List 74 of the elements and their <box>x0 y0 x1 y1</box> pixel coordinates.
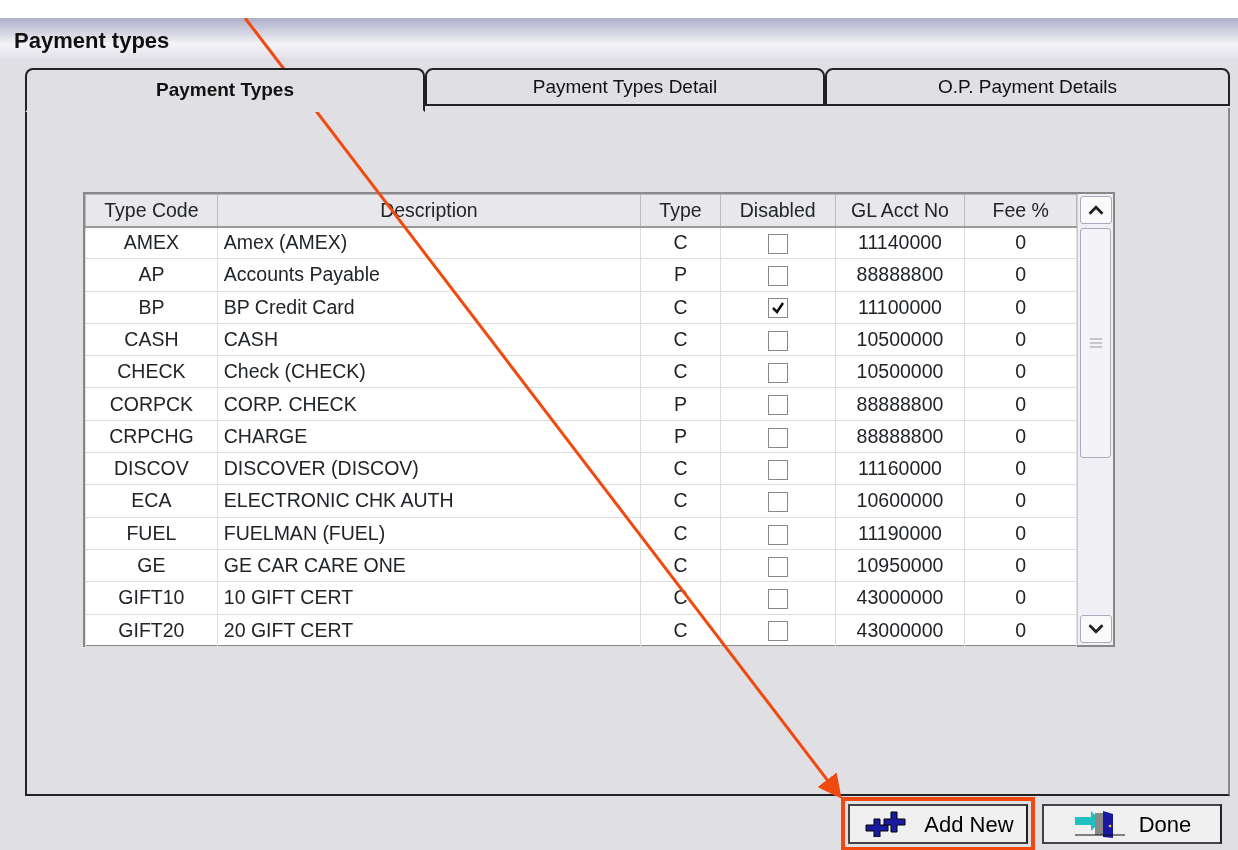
done-button[interactable]: Done <box>1042 804 1222 844</box>
table-cell: AMEX <box>85 226 218 259</box>
table-cell: CORPCK <box>85 388 218 421</box>
table-cell: 0 <box>964 388 1077 421</box>
table-cell: 0 <box>964 517 1077 550</box>
table-cell: 10500000 <box>835 323 965 356</box>
tab[interactable]: Payment Types Detail <box>425 68 825 106</box>
table-cell: 0 <box>964 420 1077 453</box>
table-cell: C <box>640 226 721 259</box>
column-header[interactable]: Type Code <box>85 194 218 227</box>
table-cell: 10950000 <box>835 549 965 582</box>
table-cell: C <box>640 614 721 647</box>
table-cell: 0 <box>964 484 1077 518</box>
table-cell: 11140000 <box>835 226 965 259</box>
table-cell: DISCOVER (DISCOV) <box>217 452 641 485</box>
table-cell: C <box>640 291 721 324</box>
table-cell: DISCOV <box>85 452 218 485</box>
table-cell: GE <box>85 549 218 582</box>
table-cell: CASH <box>217 323 641 356</box>
table-cell: GE CAR CARE ONE <box>217 549 641 582</box>
table-cell: FUEL <box>85 517 218 550</box>
column-header[interactable]: GL Acct No <box>835 194 965 227</box>
table-cell: CRPCHG <box>85 420 218 453</box>
table-cell: 43000000 <box>835 581 965 615</box>
table-cell: P <box>640 420 721 453</box>
table-cell: C <box>640 549 721 582</box>
table-cell: P <box>640 258 721 292</box>
table-cell: AP <box>85 258 218 292</box>
table-cell: 43000000 <box>835 614 965 647</box>
table-cell: 0 <box>964 355 1077 388</box>
table-cell: CASH <box>85 323 218 356</box>
table-cell: GIFT20 <box>85 614 218 647</box>
table-cell: 10500000 <box>835 355 965 388</box>
tab[interactable]: O.P. Payment Details <box>825 68 1230 106</box>
table-cell: P <box>640 388 721 421</box>
table-cell: 10 GIFT CERT <box>217 581 641 615</box>
table-cell: 10600000 <box>835 484 965 518</box>
table-cell: C <box>640 452 721 485</box>
table-cell: GIFT10 <box>85 581 218 615</box>
table-cell: 11160000 <box>835 452 965 485</box>
table-cell: BP Credit Card <box>217 291 641 324</box>
table-cell: BP <box>85 291 218 324</box>
table-cell: CHECK <box>85 355 218 388</box>
table-cell: 88888800 <box>835 258 965 292</box>
table-cell: 11190000 <box>835 517 965 550</box>
table-cell: 0 <box>964 581 1077 615</box>
table-cell: ELECTRONIC CHK AUTH <box>217 484 641 518</box>
table-cell: C <box>640 355 721 388</box>
table-cell: 0 <box>964 614 1077 647</box>
table-cell: Amex (AMEX) <box>217 226 641 259</box>
table-cell: 0 <box>964 258 1077 292</box>
column-header[interactable]: Type <box>640 194 721 227</box>
table-cell: C <box>640 517 721 550</box>
table-cell: ECA <box>85 484 218 518</box>
table-cell: 11100000 <box>835 291 965 324</box>
table-cell: FUELMAN (FUEL) <box>217 517 641 550</box>
column-header[interactable]: Fee % <box>964 194 1077 227</box>
table-cell: 0 <box>964 452 1077 485</box>
table-cell: Accounts Payable <box>217 258 641 292</box>
table-cell: 0 <box>964 226 1077 259</box>
column-header[interactable]: Disabled <box>720 194 836 227</box>
table-cell: 88888800 <box>835 388 965 421</box>
table-cell: 20 GIFT CERT <box>217 614 641 647</box>
table-cell: CHARGE <box>217 420 641 453</box>
window-title: Payment types <box>14 26 170 55</box>
table-cell: C <box>640 323 721 356</box>
table-cell: 88888800 <box>835 420 965 453</box>
table-cell: C <box>640 484 721 518</box>
table-cell: 0 <box>964 291 1077 324</box>
table-cell: Check (CHECK) <box>217 355 641 388</box>
tab[interactable]: Payment Types <box>25 68 425 112</box>
table-cell: 0 <box>964 549 1077 582</box>
table-cell: 0 <box>964 323 1077 356</box>
table-cell: CORP. CHECK <box>217 388 641 421</box>
